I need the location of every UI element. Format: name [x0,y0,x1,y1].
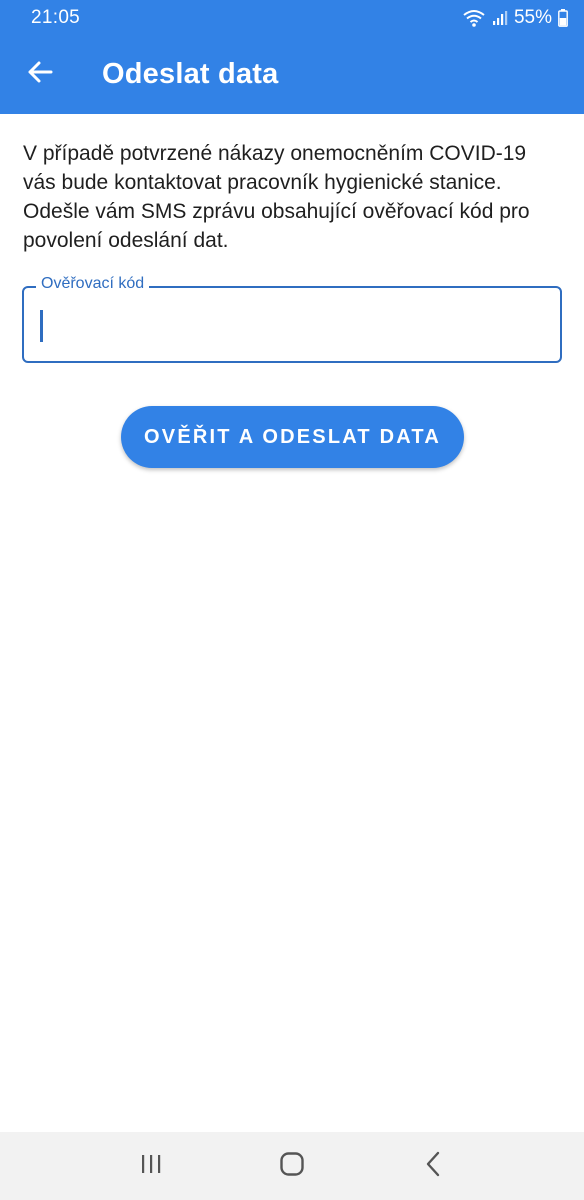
recents-icon [139,1153,163,1180]
battery-icon [558,8,568,27]
description-text: V případě potvrzené nákazy onemocněním C… [23,142,530,252]
system-nav-bar [0,1132,584,1200]
system-back-button[interactable] [403,1136,463,1196]
arrow-back-icon [27,60,53,89]
home-button[interactable] [262,1136,322,1196]
status-bar: 21:05 55% [0,0,584,35]
battery-percent: 55% [513,6,552,28]
back-button[interactable] [0,35,80,114]
home-icon [279,1151,305,1182]
text-cursor [40,310,43,342]
status-icons: 55% [462,7,568,29]
status-time: 21:05 [31,6,81,28]
app-bar: Odeslat data [0,35,584,114]
screen: 21:05 55% Odeslat data V případě potvrze… [0,0,584,1200]
back-icon [425,1151,441,1182]
recents-button[interactable] [121,1136,181,1196]
verify-and-send-button[interactable]: OVĚŘIT A ODESLAT DATA [121,406,464,468]
verification-code-label: Ověřovací kód [36,275,150,293]
verification-code-field[interactable]: Ověřovací kód [22,275,562,363]
signal-icon [492,10,508,26]
page-title: Odeslat data [102,58,279,90]
wifi-icon [462,9,486,27]
